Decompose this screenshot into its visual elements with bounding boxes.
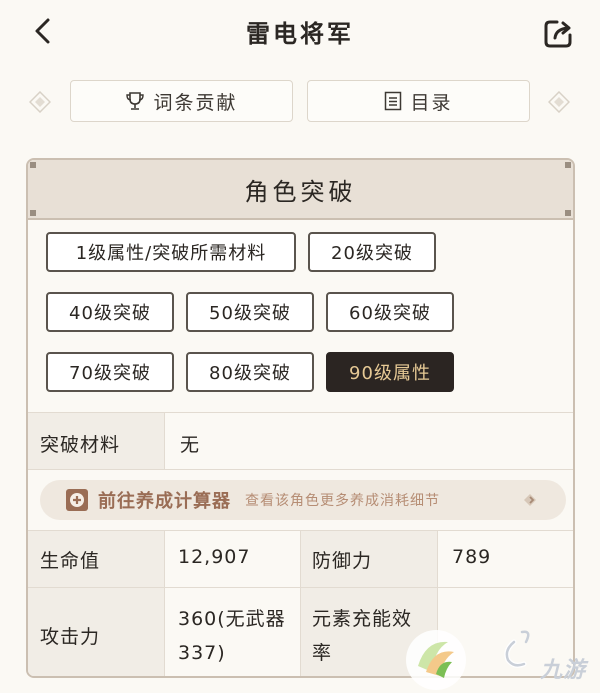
stat-value-line: 360(无武器 (178, 608, 286, 630)
calculator-desc: 查看该角色更多养成消耗细节 (245, 493, 440, 509)
level-button[interactable]: 70级突破 (46, 352, 174, 392)
level-button-selected[interactable]: 90级属性 (326, 352, 454, 392)
stat-label: 生命值 (40, 550, 101, 572)
level-button[interactable]: 1级属性/突破所需材料 (46, 232, 296, 272)
panel-header: 角色突破 (28, 160, 573, 220)
diamond-ornament-icon (29, 91, 51, 113)
calculator-link[interactable]: 前往养成计算器 查看该角色更多养成消耗细节 (40, 480, 566, 520)
corner-dot (30, 162, 36, 168)
diamond-ornament-icon (548, 91, 570, 113)
calculator-title: 前往养成计算器 (98, 491, 231, 512)
corner-dot (30, 210, 36, 216)
stat-value: 12,907 (178, 546, 251, 568)
arrow-right-icon (524, 494, 536, 506)
calculator-plus-icon (66, 489, 88, 511)
list-icon (385, 91, 402, 111)
trophy-icon (126, 92, 145, 110)
tab-row: 词条贡献 目录 (0, 80, 600, 126)
stat-label: 攻击力 (40, 626, 101, 648)
col-divider (164, 531, 165, 676)
panel-title: 角色突破 (244, 177, 357, 206)
tab-contents[interactable]: 目录 (307, 80, 530, 122)
top-bar: 雷电将军 (0, 0, 600, 64)
watermark-text: 九游 (540, 658, 587, 683)
stat-value-multiline: 360(无武器 337) (178, 602, 286, 670)
level-button[interactable]: 50级突破 (186, 292, 314, 332)
page-title: 雷电将军 (246, 20, 354, 48)
stat-value-line: 337) (178, 642, 226, 664)
tab-contents-label: 目录 (410, 91, 453, 114)
stat-label: 防御力 (312, 550, 373, 572)
tab-contribution-label: 词条贡献 (153, 91, 238, 114)
corner-dot (565, 210, 571, 216)
material-value: 无 (180, 434, 201, 456)
level-button[interactable]: 20级突破 (308, 232, 436, 272)
level-button[interactable]: 60级突破 (326, 292, 454, 332)
level-button[interactable]: 40级突破 (46, 292, 174, 332)
stat-value: 789 (452, 546, 492, 568)
col-divider (164, 413, 165, 469)
level-button[interactable]: 80级突破 (186, 352, 314, 392)
ascension-panel: 角色突破 1级属性/突破所需材料 20级突破 40级突破 50级突破 60级突破… (26, 158, 575, 678)
corner-dot (565, 162, 571, 168)
row-divider (28, 469, 573, 470)
tab-contribution[interactable]: 词条贡献 (70, 80, 293, 122)
material-label: 突破材料 (40, 434, 121, 456)
share-icon[interactable] (542, 16, 576, 50)
